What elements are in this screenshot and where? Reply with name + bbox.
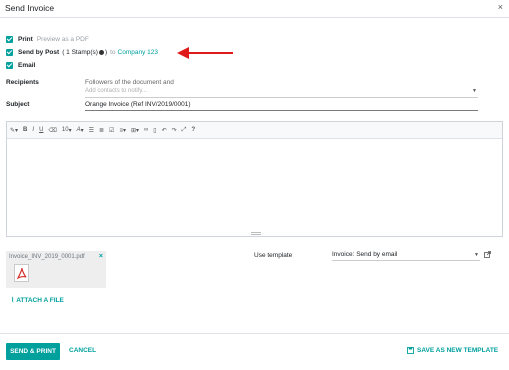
external-link-icon[interactable] [484, 251, 491, 258]
font-size-value: 10 [61, 127, 69, 133]
dialog-footer: SEND & PRINT CANCEL SAVE AS NEW TEMPLATE [0, 333, 509, 370]
table-dropdown[interactable]: ⊞▾ [131, 127, 139, 134]
info-icon[interactable] [98, 49, 104, 55]
chevron-down-icon[interactable]: ▼ [474, 252, 479, 258]
file-icon[interactable]: ▯ [153, 127, 156, 134]
to-label: to [110, 48, 116, 56]
underline-icon[interactable]: U [39, 127, 43, 133]
numbered-list-icon[interactable]: ≣ [99, 127, 104, 134]
save-as-new-template-label: SAVE AS NEW TEMPLATE [417, 347, 499, 354]
attachment-filename[interactable]: Invoice_INV_2019_0001.pdf [9, 254, 85, 260]
align-dropdown[interactable]: ≡▾ [119, 127, 126, 134]
attach-file-button[interactable]: ⌇ ATTACH A FILE [11, 296, 64, 305]
bold-icon[interactable]: B [23, 127, 27, 133]
checklist-icon[interactable]: ☑ [109, 127, 114, 134]
magic-wand-icon[interactable]: ✎▾ [10, 127, 18, 134]
recipients-label: Recipients [6, 79, 39, 86]
pdf-icon [14, 264, 29, 282]
redo-icon[interactable]: ↷ [172, 127, 177, 134]
recipients-input[interactable]: Add contacts to notify... ▼ [85, 87, 478, 98]
send-by-post-checkbox[interactable] [6, 48, 13, 56]
partner-link[interactable]: Company 123 [118, 49, 158, 56]
recipients-placeholder: Add contacts to notify... [85, 88, 147, 94]
stamp-count: ( 1 Stamp(s) [62, 48, 98, 56]
dialog-title: Send Invoice [5, 3, 55, 13]
stamp-count-close: ) [104, 48, 108, 56]
remove-attachment-icon[interactable]: × [99, 253, 103, 260]
attach-file-label: ATTACH A FILE [16, 296, 64, 304]
dialog-header: Send Invoice × [0, 0, 509, 18]
send-and-print-button[interactable]: SEND & PRINT [6, 343, 60, 360]
use-template-label: Use template [254, 252, 293, 259]
send-by-post-label: Send by Post [18, 48, 60, 56]
print-label: Print [18, 35, 33, 43]
paperclip-icon: ⌇ [11, 297, 15, 304]
help-icon[interactable]: ? [191, 127, 195, 133]
chevron-down-icon[interactable]: ▼ [472, 88, 477, 94]
subject-label: Subject [6, 101, 30, 108]
send-invoice-dialog: Send Invoice × Print Preview as a PDF Se… [0, 0, 509, 370]
cancel-button[interactable]: CANCEL [69, 347, 96, 354]
attachment-card[interactable]: Invoice_INV_2019_0001.pdf × [6, 251, 106, 288]
undo-icon[interactable]: ↶ [162, 127, 167, 134]
recipients-followers-text: Followers of the document and [85, 79, 174, 86]
resize-handle[interactable] [251, 232, 261, 235]
fullscreen-icon[interactable]: ⤢ [182, 127, 187, 134]
link-icon[interactable]: ∞ [144, 127, 148, 133]
subject-value: Orange Invoice (Ref INV/2019/0001) [85, 101, 191, 108]
italic-icon[interactable]: I [32, 127, 34, 133]
template-select[interactable]: Invoice: Send by email ▼ [332, 250, 480, 261]
save-icon [407, 347, 414, 354]
send-by-post-option[interactable]: Send by Post ( 1 Stamp(s) ) to Company 1… [6, 47, 158, 57]
close-icon[interactable]: × [498, 2, 503, 12]
print-option[interactable]: Print Preview as a PDF [6, 34, 89, 44]
body-editor[interactable]: ✎▾ B I U ⌫ 10 ▾ A ▾ ☰ ≣ ☑ ≡▾ ⊞▾ ∞ ▯ ↶ ↷ ⤢ … [6, 121, 503, 237]
email-option[interactable]: Email [6, 60, 35, 70]
email-label: Email [18, 61, 36, 69]
print-hint: Preview as a PDF [36, 35, 89, 43]
email-checkbox[interactable] [6, 61, 13, 69]
font-color-icon[interactable]: A ▾ [77, 127, 84, 134]
annotation-arrow-icon [177, 47, 233, 59]
eraser-icon[interactable]: ⌫ [48, 127, 56, 134]
save-as-new-template-button[interactable]: SAVE AS NEW TEMPLATE [407, 347, 498, 354]
font-size-dropdown[interactable]: 10 ▾ [62, 127, 72, 134]
template-value: Invoice: Send by email [332, 251, 398, 258]
subject-input[interactable]: Orange Invoice (Ref INV/2019/0001) [85, 99, 478, 111]
editor-toolbar: ✎▾ B I U ⌫ 10 ▾ A ▾ ☰ ≣ ☑ ≡▾ ⊞▾ ∞ ▯ ↶ ↷ ⤢ … [7, 122, 502, 139]
bullet-list-icon[interactable]: ☰ [89, 127, 94, 134]
print-checkbox[interactable] [6, 35, 13, 43]
